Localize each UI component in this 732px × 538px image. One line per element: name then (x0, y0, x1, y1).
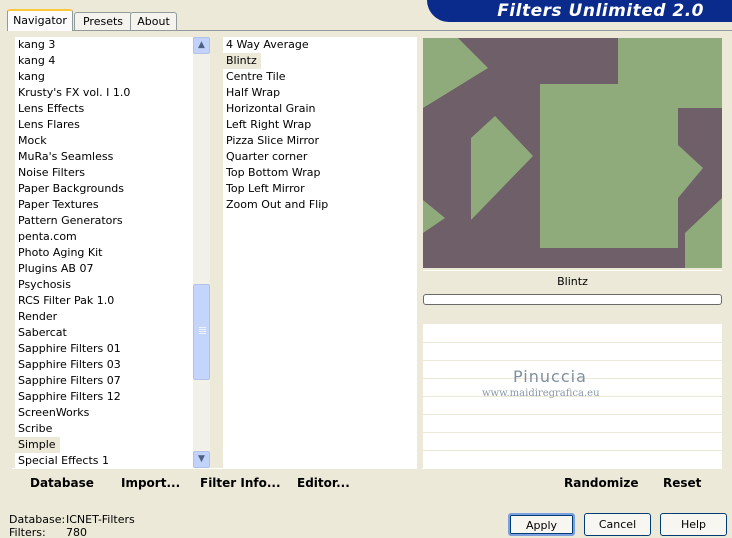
import-button[interactable]: Import... (121, 476, 180, 490)
scroll-thumb[interactable] (193, 284, 210, 380)
category-list[interactable]: kang 3 kang 4 kang Krusty's FX vol. I 1.… (15, 37, 193, 468)
list-item[interactable]: Special Effects 1 (15, 454, 109, 467)
scroll-up-icon[interactable]: ▲ (193, 37, 210, 54)
list-item[interactable]: kang 3 (15, 38, 55, 51)
progress-bar (423, 294, 722, 305)
scroll-down-icon[interactable]: ▼ (193, 451, 210, 468)
filter-info-button[interactable]: Filter Info... (200, 476, 281, 490)
list-item[interactable]: Lens Effects (15, 102, 84, 115)
list-item[interactable]: Psychosis (15, 278, 71, 291)
list-item[interactable]: Paper Textures (15, 198, 99, 211)
preset-toolbar: Randomize Reset (422, 468, 722, 496)
preview-image (423, 38, 722, 268)
reset-button[interactable]: Reset (663, 476, 701, 490)
apply-button[interactable]: Apply (508, 513, 575, 536)
filters-count-label: Filters: (9, 526, 46, 538)
list-item[interactable]: Plugins AB 07 (15, 262, 93, 275)
editor-button[interactable]: Editor... (297, 476, 350, 490)
list-item[interactable]: Sapphire Filters 01 (15, 342, 121, 355)
list-item[interactable]: Sapphire Filters 03 (15, 358, 121, 371)
watermark-name: Pinuccia (513, 367, 587, 386)
list-item[interactable]: Lens Flares (15, 118, 80, 131)
list-item[interactable]: Zoom Out and Flip (223, 198, 328, 211)
list-item[interactable]: Render (15, 310, 57, 323)
preview-filter-name: Blintz (423, 270, 722, 292)
list-item[interactable]: penta.com (15, 230, 77, 243)
database-button[interactable]: Database (30, 476, 94, 490)
list-item[interactable]: Top Bottom Wrap (223, 166, 321, 179)
randomize-button[interactable]: Randomize (564, 476, 638, 490)
filter-preview (423, 38, 722, 268)
list-item[interactable]: Left Right Wrap (223, 118, 311, 131)
list-item[interactable]: RCS Filter Pak 1.0 (15, 294, 114, 307)
tab-presets[interactable]: Presets (74, 12, 132, 31)
list-item[interactable]: Sapphire Filters 07 (15, 374, 121, 387)
filter-list[interactable]: 4 Way Average Blintz Centre Tile Half Wr… (223, 37, 417, 468)
list-item[interactable]: Centre Tile (223, 70, 286, 83)
tab-panel-border (7, 30, 732, 31)
list-item[interactable]: Mock (15, 134, 47, 147)
help-button[interactable]: Help (660, 513, 727, 536)
title-banner: Filters Unlimited 2.0 (427, 0, 732, 22)
list-item[interactable]: kang (15, 70, 45, 83)
list-item[interactable]: Sapphire Filters 12 (15, 390, 121, 403)
tab-navigator[interactable]: Navigator (7, 9, 73, 31)
tab-about[interactable]: About (130, 12, 177, 31)
list-item[interactable]: Photo Aging Kit (15, 246, 102, 259)
list-item[interactable]: Top Left Mirror (223, 182, 305, 195)
filters-count-value: 780 (66, 526, 87, 538)
list-item[interactable]: Pizza Slice Mirror (223, 134, 319, 147)
list-item[interactable]: Half Wrap (223, 86, 280, 99)
list-item[interactable]: ScreenWorks (15, 406, 89, 419)
watermark-url: www.maidiregrafica.eu (482, 388, 600, 399)
app-title: Filters Unlimited 2.0 (497, 1, 704, 21)
list-item[interactable]: Pattern Generators (15, 214, 123, 227)
database-toolbar: Database Import... Filter Info... Editor… (12, 468, 417, 496)
list-item[interactable]: Scribe (15, 422, 52, 435)
list-item[interactable]: Paper Backgrounds (15, 182, 124, 195)
list-item[interactable]: Sabercat (15, 326, 67, 339)
list-item[interactable]: Krusty's FX vol. I 1.0 (15, 86, 130, 99)
list-item-selected[interactable]: Blintz (223, 53, 261, 69)
list-item[interactable]: Noise Filters (15, 166, 85, 179)
database-value: ICNET-Filters (66, 513, 135, 526)
list-item[interactable]: MuRa's Seamless (15, 150, 113, 163)
cancel-button[interactable]: Cancel (584, 513, 651, 536)
list-item[interactable]: Quarter corner (223, 150, 307, 163)
list-item[interactable]: 4 Way Average (223, 38, 309, 51)
list-item[interactable]: kang 4 (15, 54, 55, 67)
category-scrollbar[interactable]: ▲ ▼ (193, 37, 210, 468)
list-item-selected[interactable]: Simple (15, 437, 60, 453)
parameter-panel (423, 306, 722, 468)
database-label: Database: (9, 513, 66, 526)
list-item[interactable]: Horizontal Grain (223, 102, 315, 115)
